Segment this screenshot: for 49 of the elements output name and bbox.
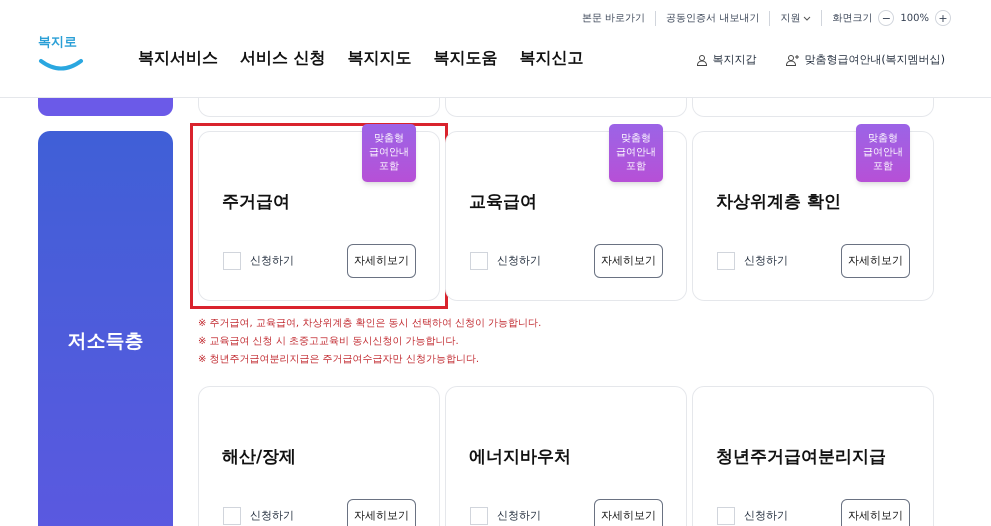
card-title: 차상위계층 확인 [716,191,841,214]
checkbox[interactable] [223,252,241,270]
category-panel[interactable]: 저소득층 [38,131,173,526]
person-add-icon [786,54,800,66]
chevron-down-icon [803,16,812,20]
card-title: 교육급여 [469,191,537,214]
details-button[interactable]: 자세히보기 [841,244,910,278]
note-text: ※ 교육급여 신청 시 초중고교육비 동시신청이 가능합니다. [198,335,460,349]
nav-item[interactable]: 복지서비스 [138,46,218,70]
details-button[interactable]: 자세히보기 [594,244,663,278]
card-title: 해산/장제 [222,446,296,469]
checkbox[interactable] [470,507,488,525]
note-text: ※ 청년주거급여분리지급은 주거급여수급자만 신청가능합니다. [198,353,480,367]
checkbox[interactable] [717,252,735,270]
zoom-value: 100% [900,12,929,26]
details-button[interactable]: 자세히보기 [841,499,910,526]
checkbox-label: 신청하기 [497,508,541,524]
note-text: ※ 주거급여, 교육급여, 차상위계층 확인은 동시 선택하여 신청이 가능합니다. [198,317,542,331]
user-link[interactable]: 맞춤형급여안내(복지멤버십) [786,52,945,68]
tag-badge: 맞춤형 급여안내 포함 [856,124,910,182]
zoom-label: 화면크기 [832,12,872,26]
category-tab[interactable] [38,98,173,116]
checkbox[interactable] [470,252,488,270]
person-icon [696,54,708,66]
checkbox-label: 신청하기 [744,508,788,524]
checkbox-label: 신청하기 [250,252,294,269]
nav-item[interactable]: 복지신고 [520,46,584,70]
nav-item[interactable]: 서비스 신청 [240,46,326,70]
checkbox[interactable] [223,507,241,525]
details-button[interactable]: 자세히보기 [594,499,663,526]
user-link[interactable]: 복지지갑 [696,52,756,68]
tag-badge: 맞춤형 급여안내 포함 [362,124,416,182]
card-title: 청년주거급여분리지급 [716,446,886,469]
card-title: 주거급여 [222,191,290,214]
util-link[interactable]: 본문 바로가기 [572,10,656,26]
util-link[interactable]: 공동인증서 내보내기 [655,10,770,26]
checkbox[interactable] [717,507,735,525]
util-link[interactable]: 지원 [769,10,822,26]
details-button[interactable]: 자세히보기 [347,499,416,526]
checkbox-label: 신청하기 [250,508,294,524]
nav-item[interactable]: 복지도움 [434,46,498,70]
checkbox-label: 신청하기 [744,252,788,269]
details-button[interactable]: 자세히보기 [347,244,416,278]
zoom-out-button[interactable]: − [878,10,894,26]
card-title: 에너지바우처 [469,446,571,469]
zoom-in-button[interactable]: + [935,10,951,26]
nav-item[interactable]: 복지지도 [348,46,412,70]
checkbox-label: 신청하기 [497,252,541,269]
tag-badge: 맞춤형 급여안내 포함 [609,124,663,182]
